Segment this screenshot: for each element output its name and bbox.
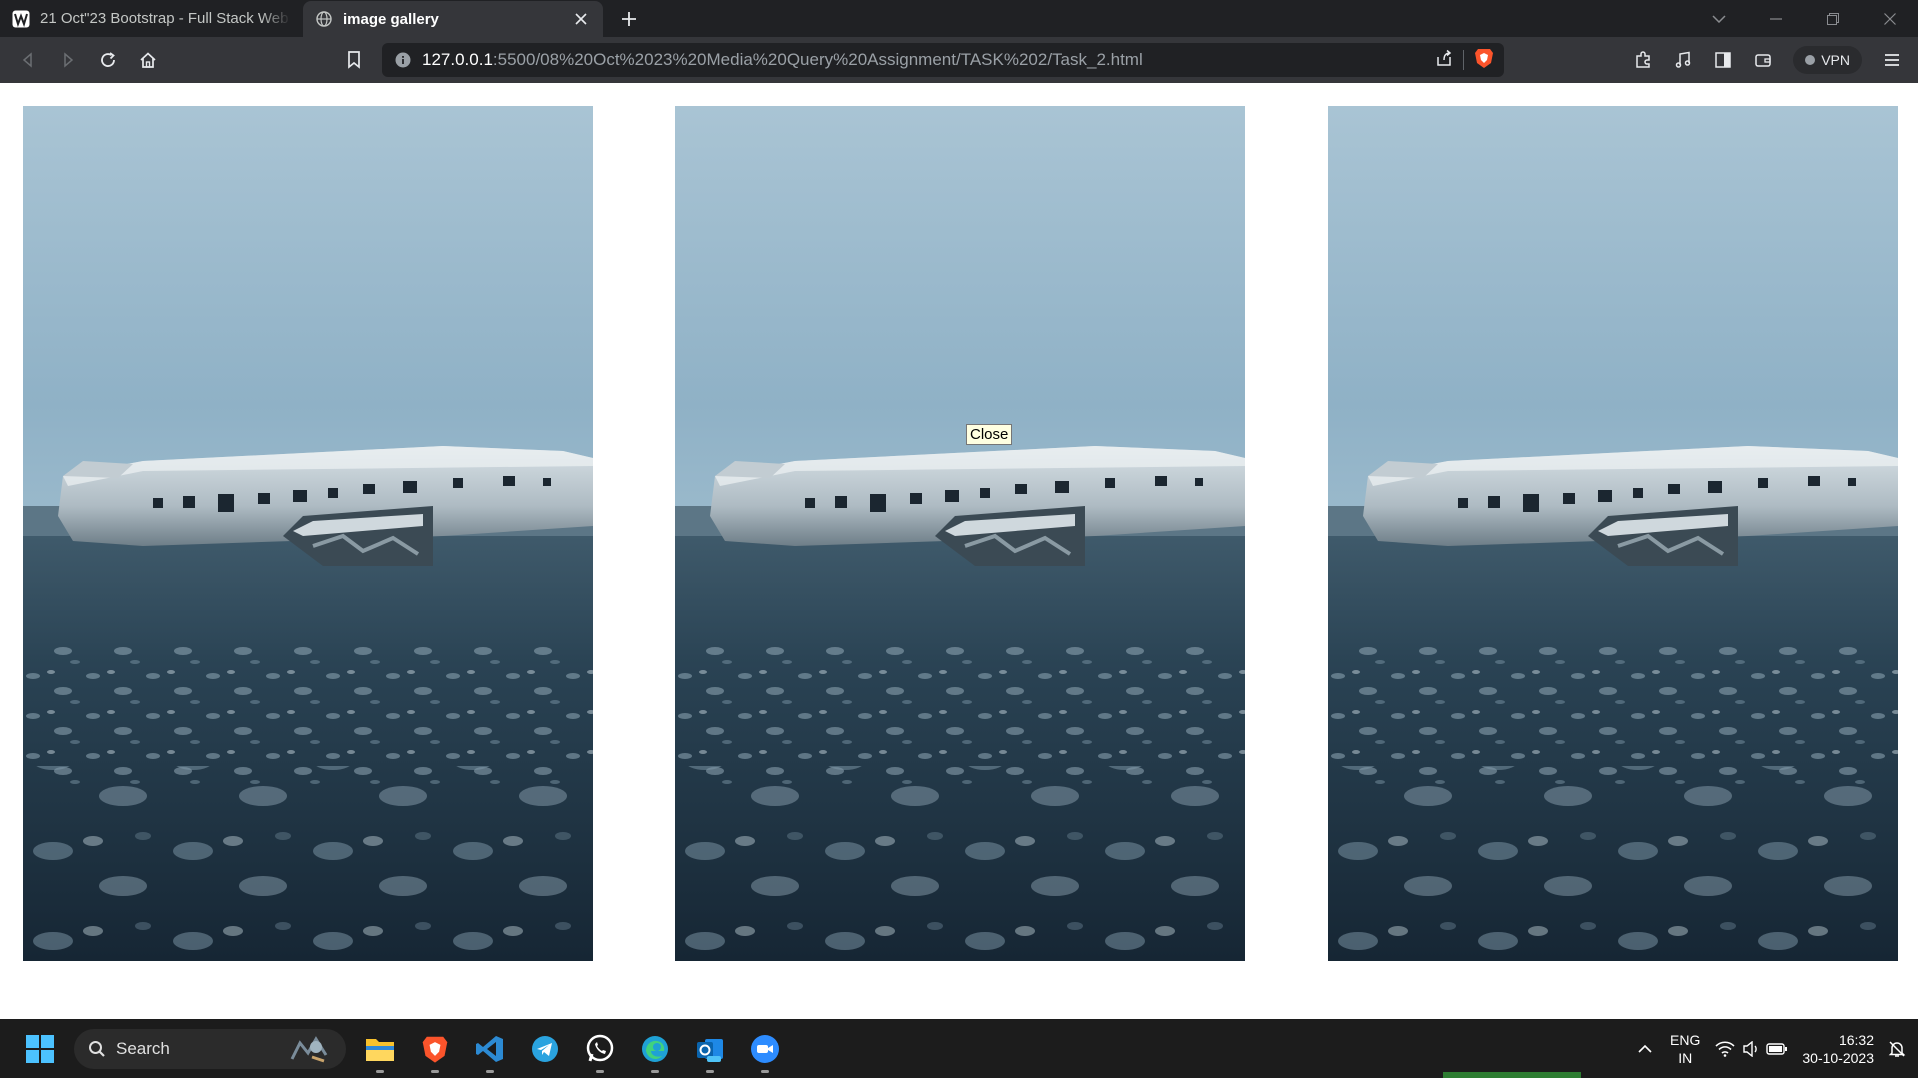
tab-search-button[interactable] (1690, 0, 1747, 37)
new-tab-button[interactable] (609, 0, 649, 37)
tab-strip: 21 Oct"23 Bootstrap - Full Stack Web Dev… (0, 0, 1918, 37)
running-indicator (761, 1069, 769, 1073)
brave-shields-icon[interactable] (1474, 47, 1494, 74)
bookmark-button[interactable] (334, 40, 374, 80)
url-host: 127.0.0.1 (422, 50, 493, 69)
tooltip: Close (966, 424, 1013, 445)
site-icon (12, 10, 30, 28)
home-icon (140, 52, 156, 68)
tab-title: 21 Oct"23 Bootstrap - Full Stack Web Dev… (40, 10, 291, 27)
search-icon (89, 1040, 105, 1057)
window-controls (1690, 0, 1918, 37)
sidebar-icon (1715, 52, 1731, 68)
gallery-image-3[interactable] (1328, 106, 1898, 961)
clock-time: 16:32 (1838, 1031, 1874, 1048)
tab-title: image gallery (343, 10, 439, 28)
media-button[interactable] (1663, 40, 1703, 80)
windows-logo-icon (26, 1034, 54, 1063)
home-button[interactable] (128, 40, 168, 80)
globe-icon (315, 10, 333, 28)
gallery-image-1[interactable] (23, 106, 593, 961)
taskbar: Search ENG IN 16:32 30-10-2023 (0, 1019, 1918, 1078)
plane-wreck-image (675, 106, 1245, 961)
running-indicator (651, 1069, 659, 1073)
restore-button[interactable] (1804, 0, 1861, 37)
menu-button[interactable] (1872, 40, 1912, 80)
bookmark-icon (348, 51, 360, 69)
tab-image-gallery[interactable]: image gallery (303, 1, 603, 37)
tab-bootstrap[interactable]: 21 Oct"23 Bootstrap - Full Stack Web Dev… (0, 0, 303, 37)
wallet-icon (1755, 54, 1771, 67)
tab-close-icon[interactable] (571, 9, 591, 29)
forward-arrow-icon (64, 52, 74, 68)
gallery-image-2[interactable] (675, 106, 1245, 961)
system-tray: ENG IN 16:32 30-10-2023 (1632, 1019, 1918, 1078)
plus-icon (622, 11, 636, 26)
close-window-button[interactable] (1861, 0, 1918, 37)
reload-icon (101, 52, 115, 67)
url-path: :5500/08%20Oct%2023%20Media%20Query%20As… (492, 50, 1143, 69)
vscode-icon[interactable] (466, 1025, 514, 1073)
address-bar[interactable]: 127.0.0.1:5500/08%20Oct%2023%20Media%20Q… (382, 43, 1504, 77)
address-divider (1463, 50, 1464, 70)
running-indicator (706, 1069, 714, 1073)
language-indicator[interactable]: ENG IN (1670, 1031, 1700, 1067)
share-icon[interactable] (1435, 49, 1453, 72)
outlook-icon[interactable] (686, 1025, 734, 1073)
chevron-up-icon (1638, 1044, 1652, 1053)
forward-button[interactable] (48, 40, 88, 80)
language-region: IN (1678, 1049, 1693, 1066)
toolbar-right: VPN (1623, 37, 1918, 83)
file-explorer-icon[interactable] (356, 1025, 404, 1073)
clock-date: 30-10-2023 (1802, 1049, 1874, 1066)
extensions-button[interactable] (1623, 40, 1663, 80)
restore-icon (1826, 12, 1839, 25)
volume-icon[interactable] (1738, 1040, 1764, 1057)
chevron-down-icon (1711, 14, 1726, 23)
zoom-icon[interactable] (741, 1025, 789, 1073)
vpn-button[interactable]: VPN (1793, 46, 1862, 74)
whatsapp-icon[interactable] (576, 1025, 624, 1073)
telegram-icon[interactable] (521, 1025, 569, 1073)
taskbar-progress-indicator (1443, 1072, 1581, 1078)
hamburger-menu-icon (1885, 54, 1899, 66)
running-indicator (376, 1069, 384, 1073)
language-code: ENG (1670, 1031, 1701, 1048)
vpn-status-icon (1805, 55, 1816, 65)
start-button[interactable] (16, 1025, 64, 1073)
reload-button[interactable] (88, 40, 128, 80)
search-label: Search (116, 1038, 170, 1058)
back-arrow-icon (22, 52, 32, 68)
running-indicator (486, 1069, 494, 1073)
browser-toolbar: 127.0.0.1:5500/08%20Oct%2023%20Media%20Q… (0, 37, 1918, 83)
running-indicator (596, 1069, 604, 1073)
plane-wreck-image (1328, 106, 1898, 961)
site-info-icon[interactable] (392, 49, 414, 71)
vpn-label: VPN (1821, 52, 1850, 68)
back-button[interactable] (8, 40, 48, 80)
clock[interactable]: 16:32 30-10-2023 (1802, 1031, 1874, 1067)
minimize-button[interactable] (1747, 0, 1804, 37)
page-content (0, 83, 1918, 1019)
sidebar-button[interactable] (1703, 40, 1743, 80)
battery-icon[interactable] (1764, 1042, 1790, 1056)
music-note-icon (1675, 51, 1691, 68)
close-icon (1883, 12, 1896, 25)
wifi-icon[interactable] (1712, 1040, 1738, 1057)
search-highlight-icon (290, 1035, 328, 1062)
puzzle-icon (1636, 51, 1650, 68)
notifications-icon[interactable] (1884, 1040, 1910, 1058)
edge-icon[interactable] (631, 1025, 679, 1073)
minimize-icon (1769, 17, 1782, 20)
brave-icon[interactable] (411, 1025, 459, 1073)
running-indicator (431, 1069, 439, 1073)
plane-wreck-image (23, 106, 593, 961)
url-text: 127.0.0.1:5500/08%20Oct%2023%20Media%20Q… (422, 50, 1435, 70)
taskbar-search[interactable]: Search (74, 1028, 346, 1069)
show-hidden-icons-button[interactable] (1632, 1044, 1658, 1053)
wallet-button[interactable] (1743, 40, 1783, 80)
